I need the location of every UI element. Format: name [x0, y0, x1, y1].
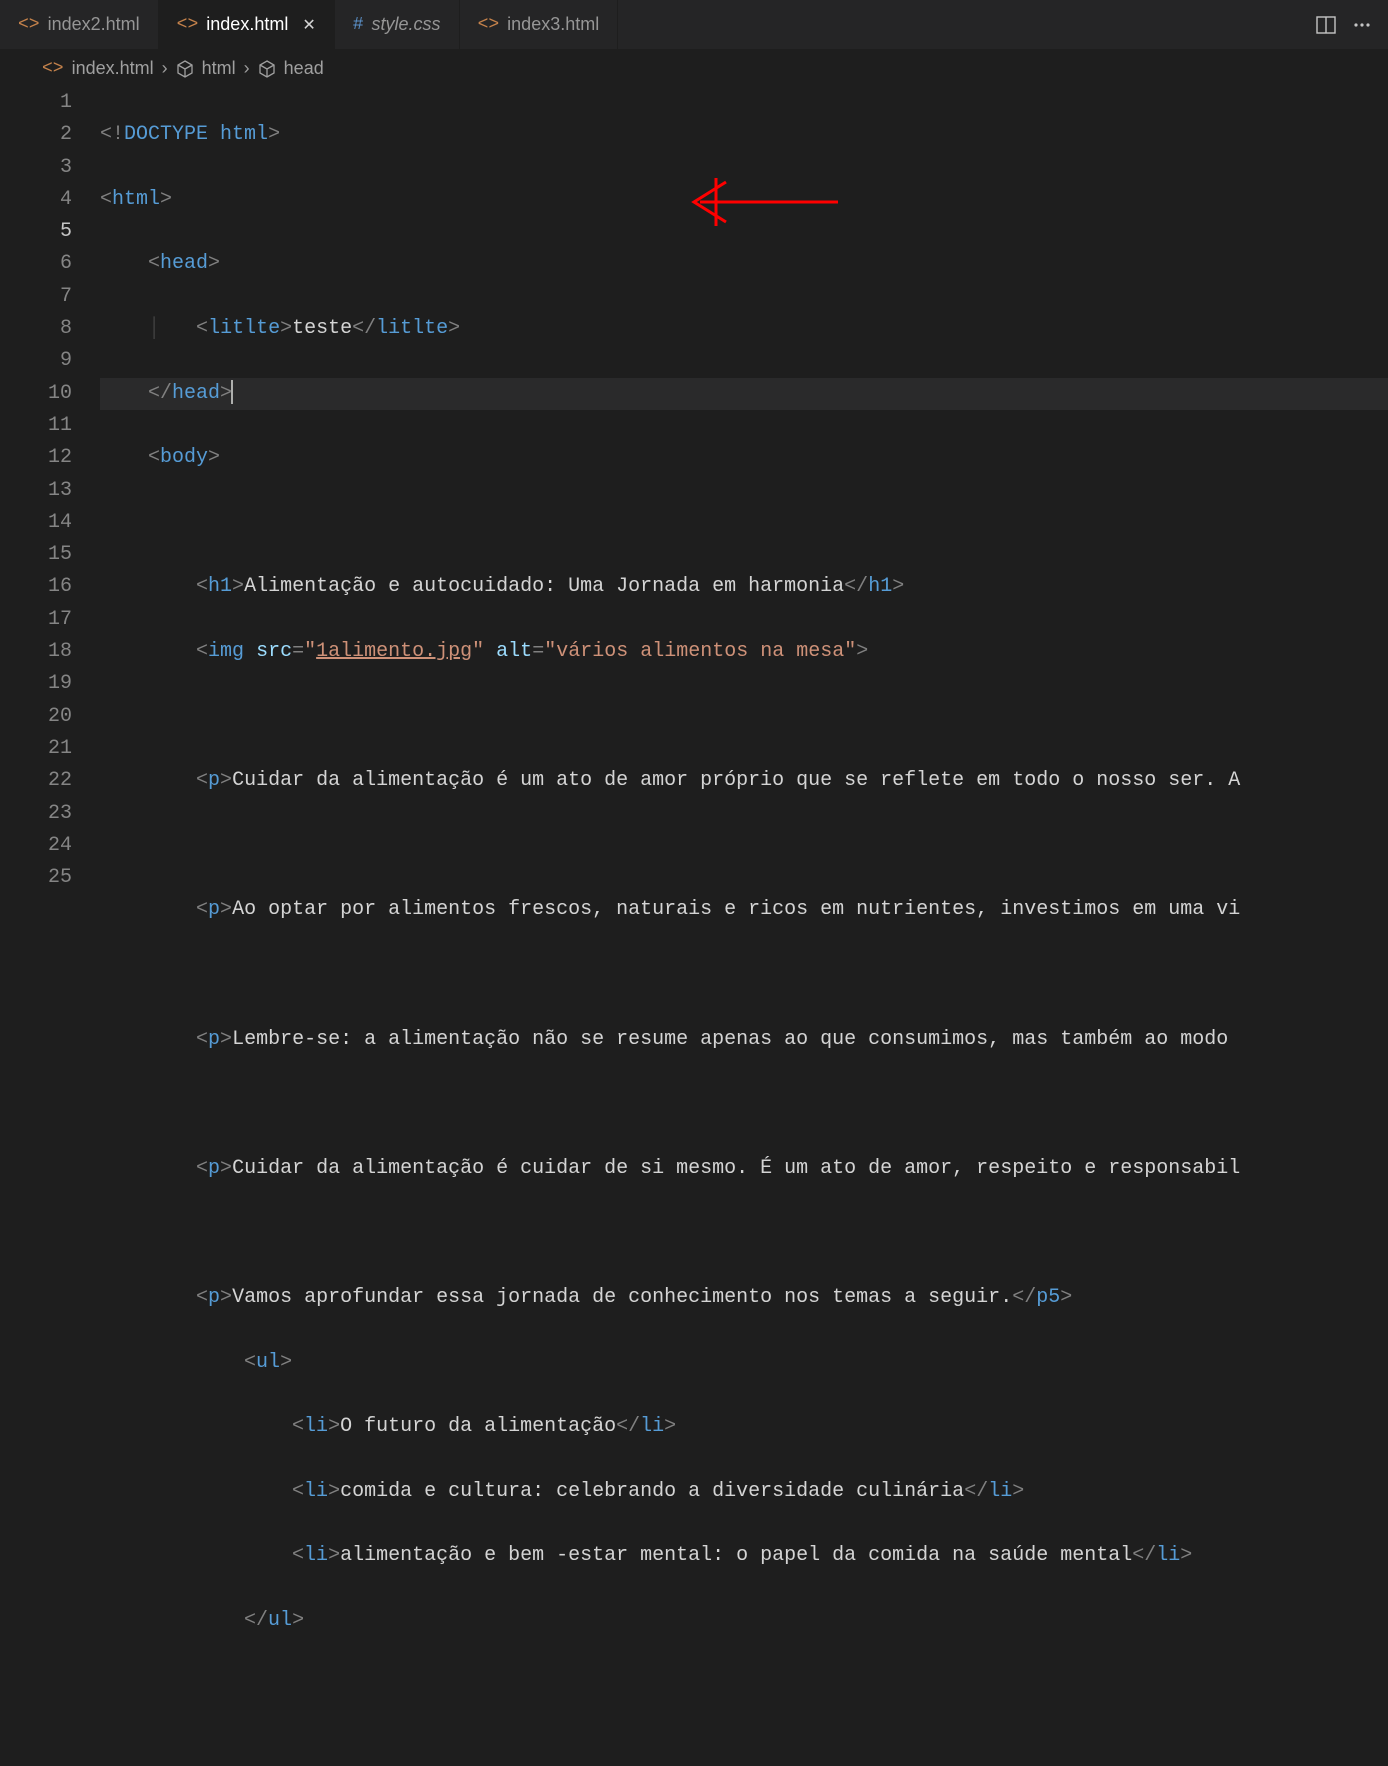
breadcrumb[interactable]: <> index.html › html › head [0, 50, 1388, 87]
tab-index-active[interactable]: <> index.html ✕ [159, 0, 335, 49]
tab-index3[interactable]: <> index3.html [460, 0, 619, 49]
chevron-right-icon: › [244, 58, 250, 79]
editor-tabs: <> index2.html <> index.html ✕ # style.c… [0, 0, 1388, 50]
line-gutter: 1234567891011121314151617181920212223242… [0, 87, 100, 1766]
more-actions-icon[interactable] [1352, 15, 1372, 35]
code-editor[interactable]: 1234567891011121314151617181920212223242… [0, 87, 1388, 1766]
tab-label: index2.html [48, 14, 140, 35]
breadcrumb-segment: html [202, 58, 236, 79]
breadcrumb-file: index.html [72, 58, 154, 79]
html-file-icon: <> [18, 15, 40, 35]
tab-actions [1316, 15, 1388, 35]
css-file-icon: # [353, 15, 364, 35]
cube-icon [258, 60, 276, 78]
code-area[interactable]: <!DOCTYPE html> <html> <head> │ <litlte>… [100, 87, 1388, 1766]
close-icon[interactable]: ✕ [302, 15, 315, 35]
breadcrumb-segment: head [284, 58, 324, 79]
split-editor-icon[interactable] [1316, 15, 1336, 35]
html-file-icon: <> [177, 15, 199, 35]
text-cursor [231, 380, 233, 404]
tab-label: index3.html [507, 14, 599, 35]
html-file-icon: <> [478, 15, 500, 35]
tab-label: style.css [372, 14, 441, 35]
cube-icon [176, 60, 194, 78]
tab-stylecss[interactable]: # style.css [335, 0, 460, 49]
tab-label: index.html [206, 14, 288, 35]
html-file-icon: <> [42, 59, 64, 79]
tab-index2[interactable]: <> index2.html [0, 0, 159, 49]
chevron-right-icon: › [162, 58, 168, 79]
